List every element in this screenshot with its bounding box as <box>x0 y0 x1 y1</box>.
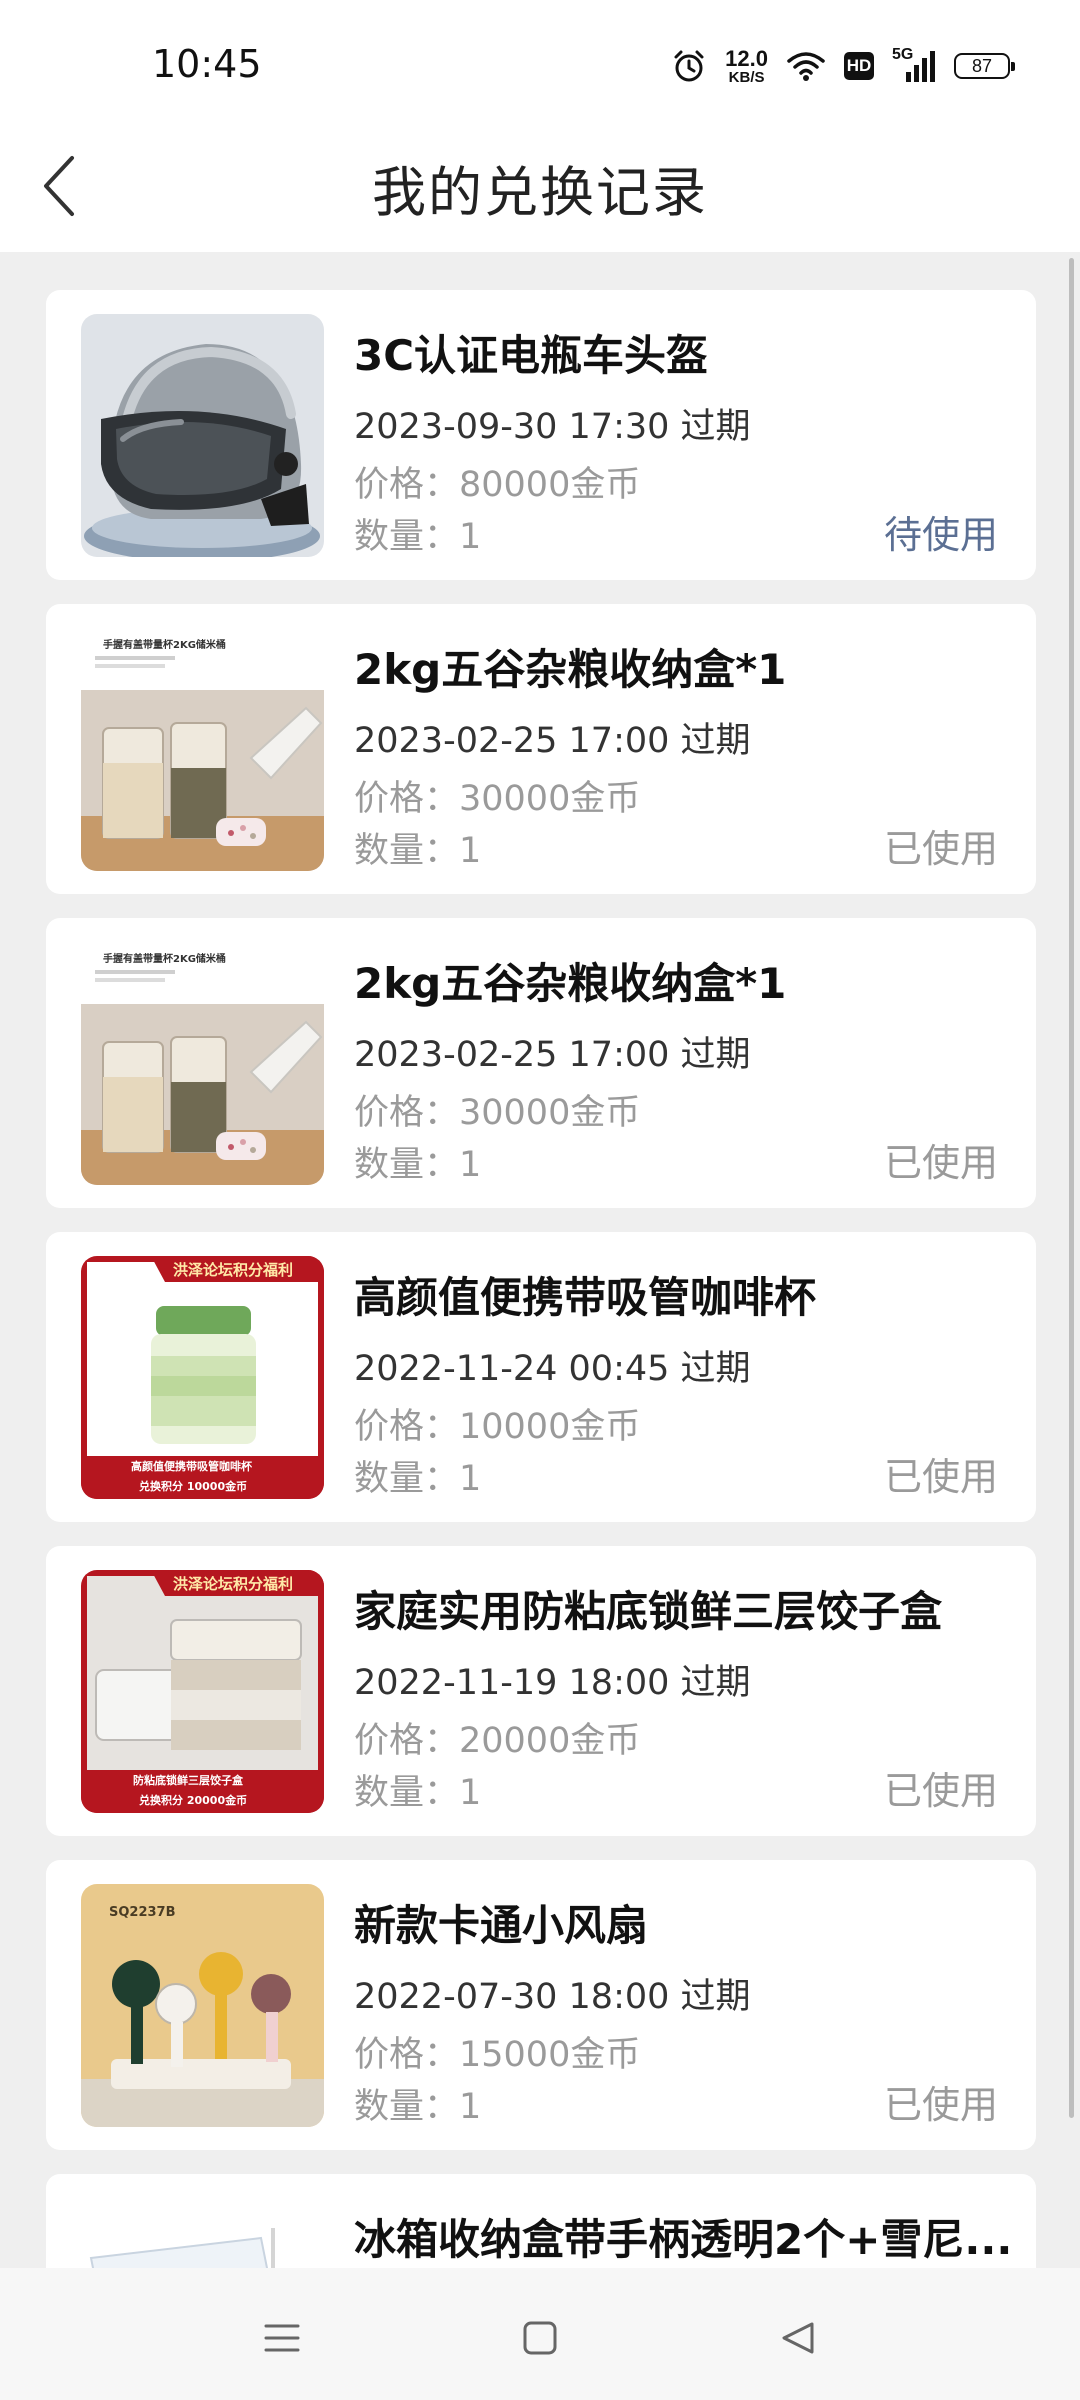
net-speed-unit: KB/S <box>728 68 765 86</box>
screen: 10:45 12.0 KB/S HD 5G 87 我的兑换记录 3C认证电瓶车头… <box>0 0 1080 2400</box>
home-button[interactable] <box>500 2298 580 2378</box>
image-footer: 兑换积分 10000金币 <box>139 1479 247 1493</box>
scrollbar[interactable] <box>1069 258 1074 2118</box>
record-expire: 2022-07-30 18:00 过期 <box>354 1977 751 2017</box>
record-price: 价格：80000金币 <box>354 465 641 505</box>
record-price: 价格：30000金币 <box>354 1093 641 1133</box>
net-speed: 12.0 KB/S <box>725 45 768 86</box>
alarm-icon <box>671 48 707 84</box>
system-nav-bar <box>0 2268 1080 2400</box>
record-status: 已使用 <box>883 1455 998 1499</box>
product-image-fan: SQ2237B <box>81 1884 324 2127</box>
record-expire: 2023-09-30 17:30 过期 <box>354 407 751 447</box>
record-title: 3C认证电瓶车头盔 <box>354 331 709 380</box>
net-speed-value: 12.0 <box>725 45 768 71</box>
wifi-icon <box>786 49 826 83</box>
record-quantity: 数量：1 <box>354 517 482 557</box>
status-time: 10:45 <box>152 42 262 86</box>
battery-icon: 87 <box>954 53 1015 79</box>
image-banner: 洪泽论坛积分福利 <box>173 1261 293 1279</box>
record-status: 已使用 <box>883 1769 998 1813</box>
product-image-grain-box: 手握有盖带量杯2KG储米桶 <box>81 628 324 871</box>
back-icon <box>782 2322 814 2354</box>
record-expire: 2022-11-24 00:45 过期 <box>354 1349 751 1389</box>
back-nav-button[interactable] <box>758 2298 838 2378</box>
record-price: 价格：15000金币 <box>354 2035 641 2075</box>
header: 我的兑换记录 <box>0 120 1080 252</box>
product-image-dumpling-box: 洪泽论坛积分福利 防粘底锁鲜三层饺子盒 兑换积分 20000金币 <box>81 1570 324 1813</box>
product-image-grain-box: 手握有盖带量杯2KG储米桶 <box>81 942 324 1185</box>
image-banner: 洪泽论坛积分福利 <box>173 1575 293 1593</box>
image-caption: 手握有盖带量杯2KG储米桶 <box>103 952 226 965</box>
record-quantity: 数量：1 <box>354 831 482 871</box>
record-quantity: 数量：1 <box>354 1145 482 1185</box>
record-expire: 2022-11-19 18:00 过期 <box>354 1663 751 1703</box>
record-title: 家庭实用防粘底锁鲜三层饺子盒 <box>354 1587 943 1636</box>
signal-icon: 5G <box>892 46 936 84</box>
record-card[interactable]: 洪泽论坛积分福利 防粘底锁鲜三层饺子盒 兑换积分 20000金币 家庭实用防粘底… <box>46 1546 1036 1836</box>
record-status: 待使用 <box>883 513 998 557</box>
record-expire: 2023-02-25 17:00 过期 <box>354 721 751 761</box>
image-caption: SQ2237B <box>109 1905 176 1920</box>
record-price: 价格：10000金币 <box>354 1407 641 1447</box>
record-card[interactable]: 洪泽论坛积分福利 高颜值便携带吸管咖啡杯 兑换积分 10000金币 高颜值便携带… <box>46 1232 1036 1522</box>
record-card[interactable]: 手握有盖带量杯2KG储米桶 2kg五谷杂粮收纳盒*1 2023-02-25 17… <box>46 918 1036 1208</box>
record-title: 高颜值便携带吸管咖啡杯 <box>354 1273 817 1322</box>
record-expire: 2023-02-25 17:00 过期 <box>354 1035 751 1075</box>
product-image-coffee-cup: 洪泽论坛积分福利 高颜值便携带吸管咖啡杯 兑换积分 10000金币 <box>81 1256 324 1499</box>
record-quantity: 数量：1 <box>354 1773 482 1813</box>
menu-icon <box>264 2324 300 2352</box>
record-list[interactable]: 3C认证电瓶车头盔 2023-09-30 17:30 过期 价格：80000金币… <box>46 290 1036 2400</box>
image-footer: 兑换积分 20000金币 <box>139 1793 247 1807</box>
record-quantity: 数量：1 <box>354 1459 482 1499</box>
image-caption: 高颜值便携带吸管咖啡杯 <box>131 1459 253 1473</box>
record-title: 2kg五谷杂粮收纳盒*1 <box>354 959 787 1008</box>
record-status: 已使用 <box>883 827 998 871</box>
page-title: 我的兑换记录 <box>372 161 708 224</box>
record-card[interactable]: SQ2237B 新款卡通小风扇 2022-07-30 18:00 过期 价格：1… <box>46 1860 1036 2150</box>
status-icons: 12.0 KB/S HD 5G 87 <box>671 44 1015 88</box>
record-title: 新款卡通小风扇 <box>354 1901 649 1950</box>
record-status: 已使用 <box>883 2083 998 2127</box>
image-caption: 手握有盖带量杯2KG储米桶 <box>103 638 226 651</box>
status-bar: 10:45 12.0 KB/S HD 5G 87 <box>0 0 1080 120</box>
top-area: 10:45 12.0 KB/S HD 5G 87 我的兑换记录 <box>0 0 1080 252</box>
record-quantity: 数量：1 <box>354 2087 482 2127</box>
record-card[interactable]: 手握有盖带量杯2KG储米桶 2kg五谷杂粮收纳盒*1 2023-02-25 17… <box>46 604 1036 894</box>
product-image-helmet <box>81 314 324 557</box>
hd-icon: HD <box>844 52 874 80</box>
image-caption: 防粘底锁鲜三层饺子盒 <box>133 1773 244 1787</box>
record-card[interactable]: 3C认证电瓶车头盔 2023-09-30 17:30 过期 价格：80000金币… <box>46 290 1036 580</box>
record-title: 冰箱收纳盒带手柄透明2个+雪尼... <box>354 2215 1013 2264</box>
home-icon <box>523 2321 557 2355</box>
record-title: 2kg五谷杂粮收纳盒*1 <box>354 645 787 694</box>
record-price: 价格：20000金币 <box>354 1721 641 1761</box>
menu-button[interactable] <box>242 2298 322 2378</box>
record-price: 价格：30000金币 <box>354 779 641 819</box>
record-status: 已使用 <box>883 1141 998 1185</box>
